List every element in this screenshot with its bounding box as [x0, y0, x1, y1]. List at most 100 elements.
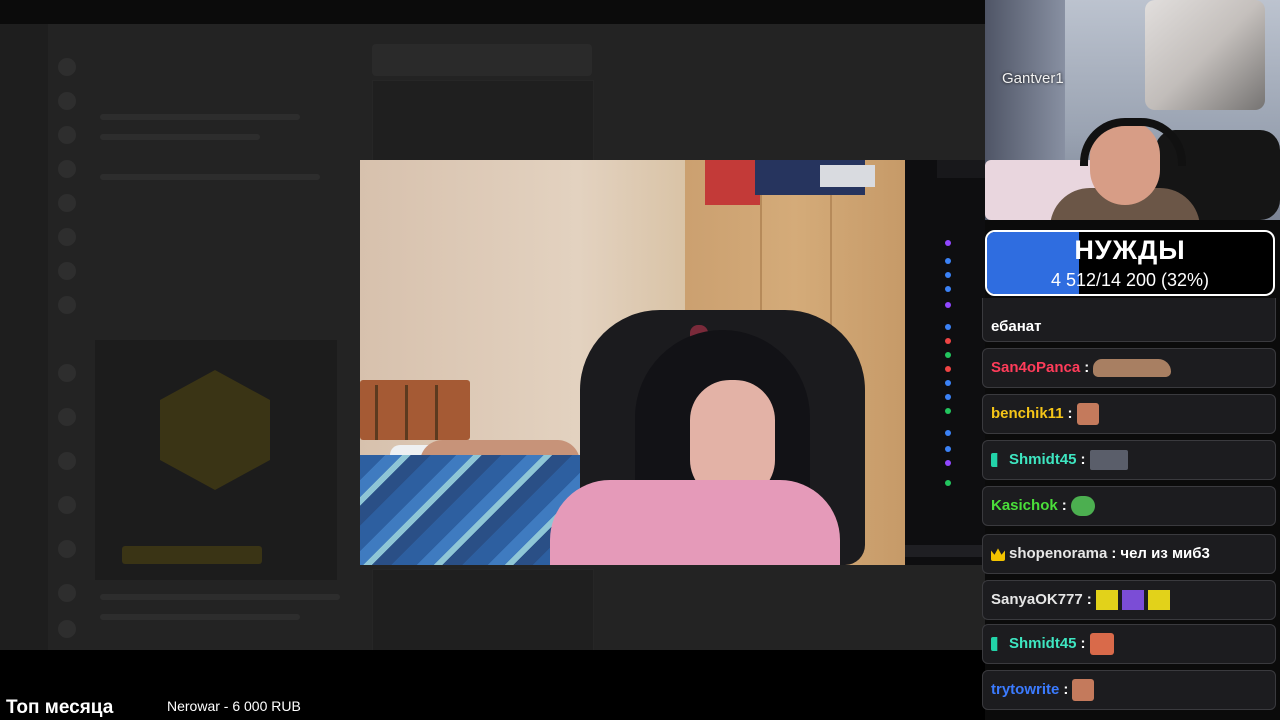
dimmed-icon	[58, 92, 76, 110]
bed-rail	[405, 385, 408, 440]
dimmed-icon	[58, 452, 76, 470]
chat-message: shopenorama: чел из миб3	[982, 534, 1276, 574]
chat-overlay: ебанат San4oPanca: benchik11: Shmidt45: Kas…	[980, 298, 1280, 720]
chat-message-text: ебанат	[991, 318, 1042, 335]
top-month-label: Топ месяца	[6, 697, 114, 718]
dimmed-icon	[58, 364, 76, 382]
webcam-hanging-clothes	[1145, 0, 1265, 110]
dimmed-yellow-button	[122, 546, 262, 564]
chat-message-text: чел из миб3	[1120, 545, 1210, 562]
chat-username: Shmidt45	[1009, 635, 1077, 652]
dimmed-icon	[58, 160, 76, 178]
emote-face-icon	[1072, 679, 1095, 701]
dimmed-text-line	[100, 114, 300, 120]
captured-chat-header	[937, 160, 985, 178]
captured-chat-toolbar	[905, 545, 985, 557]
dimmed-window-header	[372, 44, 592, 76]
chat-message: benchik11:	[982, 394, 1276, 434]
dimmed-image-card	[95, 340, 337, 580]
dimmed-icon	[58, 408, 76, 426]
captured-chat-panel	[905, 160, 985, 565]
captured-chat-avatar	[945, 286, 951, 292]
chat-separator: :	[1067, 405, 1073, 422]
goal-title: НУЖДЫ	[1074, 235, 1186, 265]
dimmed-text-line	[100, 614, 300, 620]
dimmed-icon	[58, 584, 76, 602]
video-scene-shirt	[550, 480, 840, 565]
chat-separator: :	[1061, 497, 1067, 514]
dimmed-hex-logo	[160, 370, 270, 490]
dimmed-icon	[58, 126, 76, 144]
crown-badge-icon	[991, 548, 1005, 561]
goal-progress-text: 4 512/14 200 (32%)	[1050, 270, 1210, 290]
vip-badge-icon	[991, 453, 998, 467]
captured-chat-avatar	[945, 302, 951, 308]
emote-capybara-icon	[1093, 359, 1172, 377]
chat-message: Shmidt45:	[982, 440, 1276, 480]
chat-separator: :	[1086, 591, 1092, 608]
dimmed-icon	[58, 228, 76, 246]
emote-dance-row-icon	[1095, 590, 1172, 610]
chat-separator: :	[1080, 635, 1086, 652]
streamer-webcam	[985, 0, 1280, 220]
chat-username: shopenorama	[1009, 545, 1108, 562]
headset-icon	[1080, 118, 1186, 166]
chat-message: Kasichok:	[982, 486, 1276, 526]
chat-username: San4oPanca	[991, 359, 1081, 376]
dimmed-sidebar	[0, 24, 48, 650]
dimmed-text-line	[100, 134, 260, 140]
captured-chat-avatar	[945, 272, 951, 278]
chat-username: benchik11	[991, 405, 1064, 422]
dimmed-icon	[58, 194, 76, 212]
dimmed-icon	[58, 620, 76, 638]
captured-chat-avatar	[945, 366, 951, 372]
chat-message: trytowrite:	[982, 670, 1276, 710]
emote-face-icon	[1076, 403, 1099, 425]
chat-username: Shmidt45	[1009, 451, 1077, 468]
dimmed-icon	[58, 296, 76, 314]
bed-rail	[375, 385, 378, 440]
captured-chat-avatar	[945, 258, 951, 264]
chat-separator: :	[1111, 545, 1117, 562]
captured-chat-avatar	[945, 324, 951, 330]
captured-chat-avatar	[945, 352, 951, 358]
emote-picture-icon	[1089, 450, 1128, 470]
chat-username: trytowrite	[991, 681, 1060, 698]
dimmed-thumbnail-grid	[372, 569, 594, 650]
captured-chat-avatar	[945, 460, 951, 466]
dimmed-icon	[58, 262, 76, 280]
bottom-ticker-bar	[0, 650, 985, 720]
captured-chat-avatar	[945, 338, 951, 344]
chat-username: Kasichok	[991, 497, 1058, 514]
captured-chat-avatar	[945, 446, 951, 452]
donation-goal-widget: НУЖДЫ 4 512/14 200 (32%)	[985, 230, 1275, 296]
video-scene-box	[820, 165, 875, 187]
chat-message-partial: ебанат	[982, 298, 1276, 342]
emote-pepe-icon	[1070, 496, 1095, 516]
vip-badge-icon	[991, 637, 998, 651]
video-player[interactable]	[360, 160, 905, 565]
chat-username: SanyaOK777	[991, 591, 1083, 608]
dimmed-text-line	[100, 594, 340, 600]
dimmed-icon	[58, 540, 76, 558]
bed-rail	[435, 385, 438, 440]
chat-message: SanyaOK777:	[982, 580, 1276, 620]
video-scene-box	[705, 160, 760, 205]
captured-chat-avatar	[945, 430, 951, 436]
captured-chat-avatar	[945, 394, 951, 400]
chat-message: Shmidt45:	[982, 624, 1276, 664]
top-donor-entry: Nerowar - 6 000 RUB	[167, 698, 301, 714]
video-scene-blanket	[360, 455, 580, 565]
streamer-name-label: Gantver1	[1002, 70, 1064, 87]
chat-separator: :	[1084, 359, 1090, 376]
captured-chat-avatar	[945, 240, 951, 246]
captured-chat-avatar	[945, 480, 951, 486]
chat-separator: :	[1063, 681, 1069, 698]
emote-face-red-icon	[1089, 633, 1114, 655]
dimmed-thumbnail-grid	[372, 80, 594, 162]
dimmed-icon	[58, 496, 76, 514]
captured-chat-avatar	[945, 380, 951, 386]
dimmed-icon	[58, 58, 76, 76]
dimmed-text-line	[100, 174, 320, 180]
chat-message: San4oPanca:	[982, 348, 1276, 388]
